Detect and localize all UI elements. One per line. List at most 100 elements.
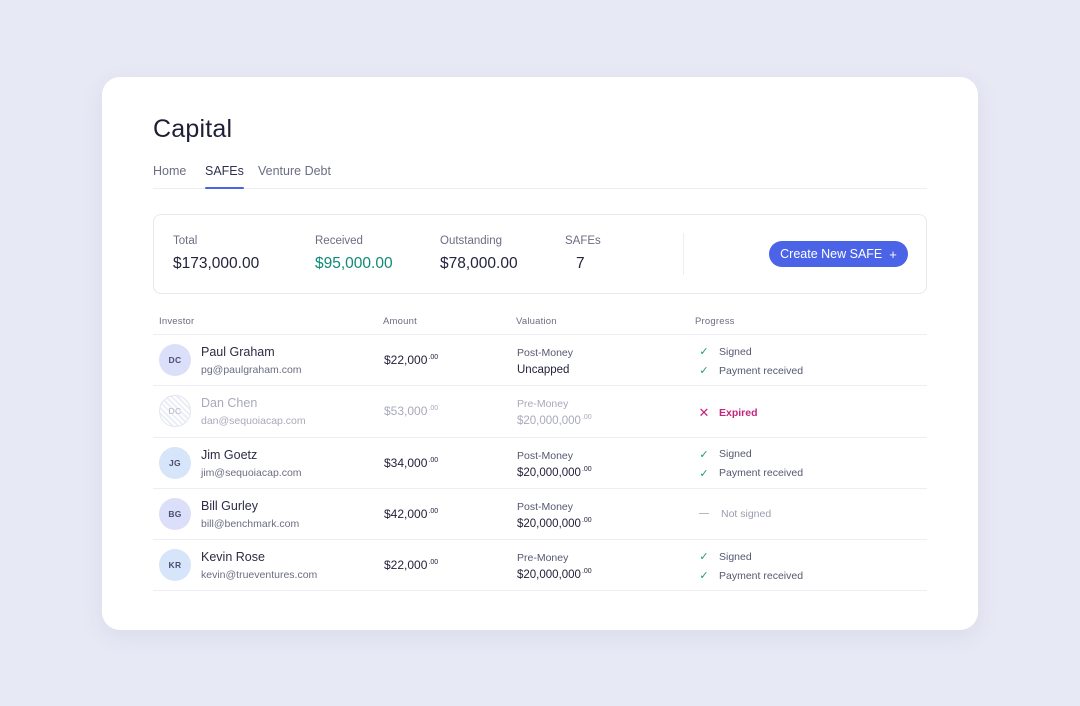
stat-safes-label: SAFEs	[565, 235, 601, 247]
column-progress: Progress	[695, 316, 735, 327]
valuation-cents: .00	[581, 568, 592, 576]
close-icon: ✕	[698, 405, 710, 421]
valuation-value: Uncapped	[517, 364, 570, 376]
investor-email: jim@sequoiacap.com	[201, 466, 302, 479]
check-icon: ✓	[699, 448, 709, 461]
stat-safes-value: 7	[576, 255, 585, 272]
valuation-amount: Uncapped	[517, 363, 570, 376]
progress-label: Signed	[719, 345, 752, 358]
investor-name: Jim Goetz	[201, 447, 258, 462]
create-new-safe-button[interactable]: Create New SAFE +	[769, 241, 908, 267]
investor-name: Paul Graham	[201, 345, 275, 359]
check-icon: ✓	[699, 570, 709, 583]
avatar: DC	[159, 344, 191, 376]
progress-payment: ✓ Payment received	[698, 364, 804, 378]
valuation-type: Pre-Money	[517, 552, 569, 565]
valuation-amount: $20,000,000.00	[517, 568, 592, 581]
stat-total-value: $173,000.00	[173, 255, 260, 272]
stat-received-label: Received	[315, 235, 363, 247]
dash-icon	[699, 513, 709, 515]
table-row[interactable]: BG Bill Gurley bill@benchmark.com $42,00…	[153, 489, 927, 541]
amount-cents: .00	[428, 354, 439, 361]
capital-card: Capital Home SAFEs Venture Debt Total $1…	[102, 77, 978, 630]
amount-cents: .00	[428, 456, 439, 464]
table-header: Investor Amount Valuation Progress	[153, 313, 927, 335]
stat-safes: SAFEs 7	[565, 235, 601, 273]
check-icon: ✓	[699, 365, 709, 377]
table-row[interactable]: KR Kevin Rose kevin@trueventures.com $22…	[153, 540, 927, 592]
check-icon: ✓	[699, 467, 709, 480]
amount-dollars: $53,000	[384, 404, 428, 419]
avatar: KR	[159, 549, 191, 582]
progress-label: Signed	[719, 448, 752, 461]
column-investor: Investor	[159, 316, 195, 327]
create-new-safe-label: Create New SAFE	[780, 247, 883, 261]
safe-amount: $22,000.00	[384, 558, 438, 572]
plus-icon: +	[889, 246, 897, 262]
amount-dollars: $22,000	[384, 353, 428, 367]
avatar: BG	[159, 497, 191, 530]
progress-payment: ✓ Payment received	[698, 569, 804, 583]
table-row[interactable]: JG Jim Goetz jim@sequoiacap.com $34,000.…	[153, 438, 927, 489]
valuation-amount: $20,000,000.00	[517, 517, 592, 530]
progress-label: Signed	[719, 550, 752, 563]
investor-email: pg@paulgraham.com	[201, 364, 302, 376]
progress-label: Expired	[719, 407, 758, 420]
stat-outstanding-label: Outstanding	[440, 235, 503, 247]
investor-name: Kevin Rose	[201, 550, 265, 565]
amount-cents: .00	[428, 559, 439, 567]
stat-total-label: Total	[173, 235, 198, 247]
progress-label: Not signed	[721, 507, 772, 520]
valuation-cents: .00	[581, 414, 592, 422]
valuation-amount: $20,000,000.00	[517, 414, 592, 427]
investor-name: Bill Gurley	[201, 498, 258, 513]
summary-panel: Total $173,000.00 Received $95,000.00 Ou…	[153, 214, 927, 294]
valuation-value: $20,000,000	[517, 569, 581, 582]
amount-dollars: $22,000	[384, 558, 428, 573]
column-valuation: Valuation	[516, 316, 557, 327]
table-row[interactable]: DC Dan Chen dan@sequoiacap.com $53,000.0…	[153, 386, 927, 438]
valuation-type: Post-Money	[517, 500, 574, 513]
progress-label: Payment received	[719, 364, 804, 377]
progress-signed: ✓ Signed	[698, 345, 752, 359]
investor-email: kevin@trueventures.com	[201, 569, 318, 582]
column-amount: Amount	[383, 316, 417, 327]
progress-signed: ✓ Signed	[698, 550, 752, 564]
progress-payment: ✓ Payment received	[698, 467, 803, 480]
valuation-amount: $20,000,000.00	[517, 466, 592, 479]
safe-amount: $42,000.00	[384, 507, 438, 521]
valuation-type: Post-Money	[517, 347, 574, 359]
summary-divider	[683, 233, 684, 275]
valuation-value: $20,000,000	[517, 466, 581, 479]
stat-outstanding-value: $78,000.00	[440, 255, 518, 272]
valuation-type: Pre-Money	[517, 398, 569, 411]
valuation-value: $20,000,000	[517, 517, 581, 530]
safes-table: DC Paul Graham pg@paulgraham.com $22,000…	[153, 335, 927, 592]
tab-bar: Home SAFEs Venture Debt	[153, 157, 927, 189]
investor-email: dan@sequoiacap.com	[201, 415, 306, 428]
safe-amount: $22,000.00	[384, 353, 438, 367]
safe-amount: $53,000.00	[384, 404, 438, 418]
valuation-value: $20,000,000	[517, 415, 581, 428]
avatar: JG	[159, 446, 191, 479]
amount-cents: .00	[428, 405, 439, 413]
check-icon: ✓	[699, 346, 709, 358]
tab-home[interactable]: Home	[153, 164, 186, 188]
stat-outstanding: Outstanding $78,000.00	[440, 235, 518, 273]
progress-label: Payment received	[719, 569, 804, 582]
amount-dollars: $34,000	[384, 455, 428, 470]
progress-signed: ✓ Signed	[698, 448, 752, 461]
progress-not-signed: Not signed	[698, 508, 771, 520]
page-title: Capital	[153, 115, 233, 143]
safe-amount: $34,000.00	[384, 456, 438, 470]
table-row[interactable]: DC Paul Graham pg@paulgraham.com $22,000…	[153, 335, 927, 387]
avatar: DC	[159, 395, 191, 428]
tab-venture-debt[interactable]: Venture Debt	[258, 164, 331, 188]
stat-received: Received $95,000.00	[315, 235, 393, 273]
investor-email: bill@benchmark.com	[201, 517, 300, 530]
amount-dollars: $42,000	[384, 506, 428, 521]
investor-name: Dan Chen	[201, 396, 258, 411]
tab-safes[interactable]: SAFEs	[205, 164, 244, 189]
progress-label: Payment received	[719, 467, 804, 480]
valuation-cents: .00	[581, 465, 592, 473]
